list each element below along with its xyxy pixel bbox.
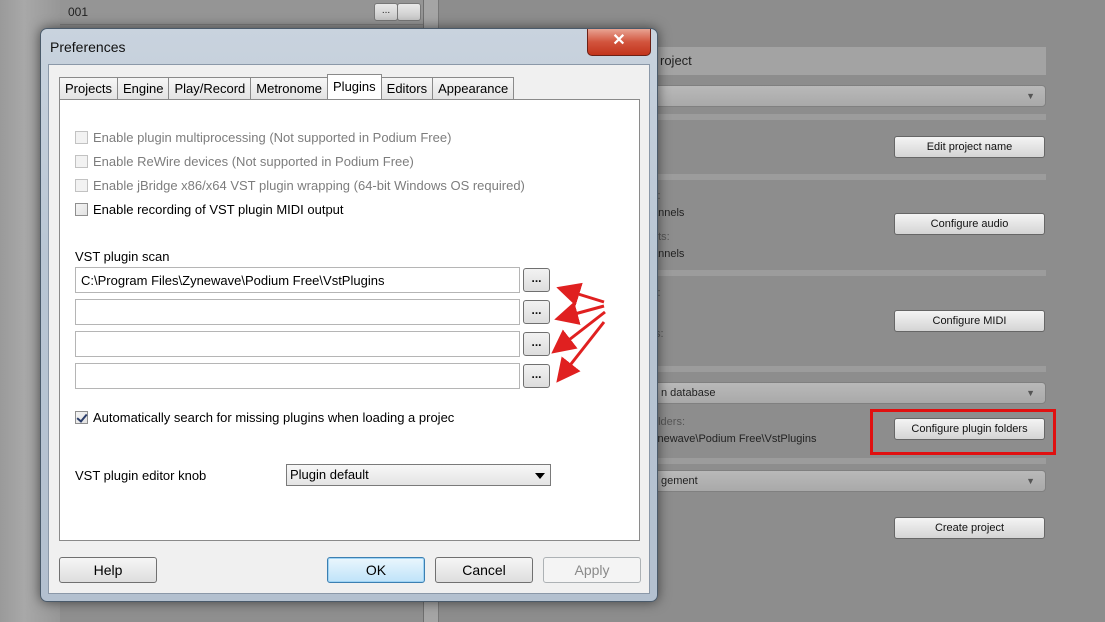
tab-bar: Projects Engine Play/Record Metronome Pl… — [59, 74, 515, 99]
vst-path-input-1[interactable] — [75, 267, 520, 293]
rewire-checkbox[interactable] — [75, 154, 88, 168]
cancel-button[interactable]: Cancel — [435, 557, 533, 583]
plugin-multiprocessing-checkbox[interactable] — [75, 130, 88, 144]
configure-midi-button[interactable]: Configure MIDI — [894, 310, 1045, 332]
divider — [640, 366, 1046, 372]
project-template-dropdown[interactable]: ▼ — [640, 85, 1046, 107]
auto-search-checkbox-row: Automatically search for missing plugins… — [75, 408, 454, 426]
chevron-down-icon: ▼ — [1026, 476, 1035, 486]
list-item[interactable]: 001 ... — [60, 0, 423, 25]
chevron-down-icon — [535, 473, 545, 479]
auto-search-checkbox[interactable] — [75, 410, 88, 424]
close-button[interactable]: ✕ — [587, 29, 651, 56]
tab-editors[interactable]: Editors — [380, 77, 434, 99]
close-icon: ✕ — [612, 32, 626, 49]
vst-editor-knob-label: VST plugin editor knob — [75, 468, 207, 483]
apply-button[interactable]: Apply — [543, 557, 641, 583]
dialog-title: Preferences — [50, 39, 126, 55]
vst-path-browse-button-1[interactable]: ... — [523, 268, 550, 292]
midi-output-recording-checkbox[interactable] — [75, 202, 88, 216]
divider — [640, 174, 1046, 180]
tab-appearance[interactable]: Appearance — [432, 77, 515, 99]
dialog-client-area: Projects Engine Play/Record Metronome Pl… — [48, 64, 650, 594]
vst-editor-knob-select[interactable]: Plugin default — [286, 464, 551, 486]
tab-engine[interactable]: Engine — [116, 77, 170, 99]
tab-play-record[interactable]: Play/Record — [168, 77, 252, 99]
plugin-multiprocessing-label: Enable plugin multiprocessing (Not suppo… — [93, 129, 452, 145]
create-project-button[interactable]: Create project — [894, 517, 1045, 539]
jbridge-checkbox-row: Enable jBridge x86/x64 VST plugin wrappi… — [75, 176, 525, 194]
midi-output-recording-label: Enable recording of VST plugin MIDI outp… — [93, 201, 344, 217]
rewire-checkbox-row: Enable ReWire devices (Not supported in … — [75, 152, 414, 170]
help-button[interactable]: Help — [59, 557, 157, 583]
vst-plugin-scan-label: VST plugin scan — [75, 249, 170, 264]
vst-path-browse-button-4[interactable]: ... — [523, 364, 550, 388]
divider — [640, 114, 1046, 120]
auto-search-label: Automatically search for missing plugins… — [93, 409, 455, 425]
chevron-down-icon: ▼ — [1026, 91, 1035, 101]
rewire-label: Enable ReWire devices (Not supported in … — [93, 153, 414, 169]
preferences-dialog: Preferences ✕ Projects Engine Play/Recor… — [40, 28, 658, 602]
divider — [640, 270, 1046, 276]
plugin-database-dropdown[interactable]: n database ▼ — [640, 382, 1046, 404]
vst-path-browse-button-3[interactable]: ... — [523, 332, 550, 356]
management-value: gement — [661, 475, 698, 487]
vst-path-input-2[interactable] — [75, 299, 520, 325]
list-item-browse-button[interactable]: ... — [374, 3, 398, 21]
project-panel-header: roject — [640, 47, 1046, 75]
vst-path-browse-button-2[interactable]: ... — [523, 300, 550, 324]
midi-output-recording-checkbox-row: Enable recording of VST plugin MIDI outp… — [75, 200, 344, 218]
chevron-down-icon: ▼ — [1026, 388, 1035, 398]
ok-button[interactable]: OK — [327, 557, 425, 583]
list-item-menu-button[interactable] — [397, 3, 421, 21]
jbridge-checkbox[interactable] — [75, 178, 88, 192]
annotation-highlight-box — [870, 409, 1056, 455]
vst-editor-knob-value: Plugin default — [290, 467, 369, 482]
edit-project-name-button[interactable]: Edit project name — [894, 136, 1045, 158]
tab-projects[interactable]: Projects — [59, 77, 118, 99]
vst-path-input-3[interactable] — [75, 331, 520, 357]
divider — [640, 458, 1046, 464]
plugin-folders-value: ynewave\Podium Free\VstPlugins — [652, 433, 817, 445]
list-item-number: 001 — [68, 5, 89, 19]
jbridge-label: Enable jBridge x86/x64 VST plugin wrappi… — [93, 177, 525, 193]
plugins-tab-page: Enable plugin multiprocessing (Not suppo… — [59, 99, 640, 541]
tab-metronome[interactable]: Metronome — [250, 77, 329, 99]
tab-plugins[interactable]: Plugins — [327, 74, 382, 99]
plugin-multiprocessing-checkbox-row: Enable plugin multiprocessing (Not suppo… — [75, 128, 451, 146]
plugin-database-value: n database — [661, 387, 716, 399]
vst-path-input-4[interactable] — [75, 363, 520, 389]
configure-audio-button[interactable]: Configure audio — [894, 213, 1045, 235]
management-dropdown[interactable]: gement ▼ — [640, 470, 1046, 492]
